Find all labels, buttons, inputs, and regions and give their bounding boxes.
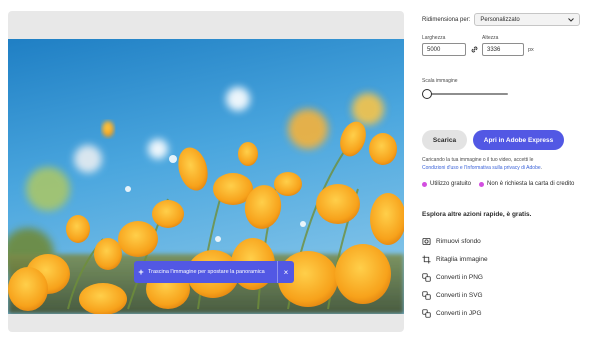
link-aspect-icon[interactable]	[470, 45, 479, 54]
pan-hint-text: Trascina l'immagine per spostare la pano…	[148, 269, 265, 275]
scale-label: Scala immagine	[422, 78, 458, 84]
height-field[interactable]: 3336	[482, 43, 524, 56]
close-toast-button[interactable]: ×	[278, 268, 294, 277]
scale-slider[interactable]	[422, 89, 508, 99]
resize-for-row: Ridimensiona per: Personalizzato	[422, 13, 581, 26]
open-adobe-express-button[interactable]: Apri in Adobe Express	[473, 130, 564, 150]
convert-icon	[422, 272, 431, 282]
badge-no-card-text: Non è richiesta la carta di credito	[487, 181, 575, 187]
quick-action-crop[interactable]: Ritaglia immagine	[422, 250, 488, 268]
unit-label: px	[528, 47, 534, 53]
remove-background-icon	[422, 237, 431, 245]
resize-for-label: Ridimensiona per:	[422, 16, 471, 23]
quick-action-label: Converti in JPG	[436, 309, 482, 317]
terms-suffix: .	[540, 165, 543, 171]
move-icon: +	[138, 267, 144, 277]
terms-text: Caricando la tua immagine o il tuo video…	[422, 156, 608, 172]
quick-action-label: Converti in SVG	[436, 291, 483, 299]
resize-image-page: + Trascina l'immagine per spostare la pa…	[0, 0, 610, 355]
quick-action-convert-png[interactable]: Converti in PNG	[422, 268, 488, 286]
scale-slider-track	[426, 93, 508, 95]
badge-free: Utilizzo gratuito	[422, 181, 471, 187]
feature-badges: Utilizzo gratuito Non è richiesta la car…	[422, 181, 582, 187]
badge-dot-icon	[479, 181, 485, 187]
width-field[interactable]: 5000	[422, 43, 466, 56]
resize-for-select[interactable]: Personalizzato	[474, 13, 581, 26]
quick-actions-list: Rimuovi sfondo Ritaglia immagine Convert…	[422, 232, 488, 322]
badge-no-card: Non è richiesta la carta di credito	[479, 181, 574, 187]
pan-hint-toast: + Trascina l'immagine per spostare la pa…	[134, 261, 294, 283]
image-canvas[interactable]: + Trascina l'immagine per spostare la pa…	[8, 11, 404, 332]
height-label: Altezza	[482, 35, 499, 41]
quick-action-remove-background[interactable]: Rimuovi sfondo	[422, 232, 488, 250]
terms-prefix: Caricando la tua immagine o il tuo video…	[422, 157, 534, 163]
quick-action-label: Rimuovi sfondo	[436, 237, 481, 245]
convert-icon	[422, 308, 431, 318]
quick-actions-title: Esplora altre azioni rapide, è gratis.	[422, 211, 532, 218]
badge-free-text: Utilizzo gratuito	[430, 181, 472, 187]
badge-dot-icon	[422, 181, 427, 187]
convert-icon	[422, 290, 431, 300]
crop-icon	[422, 254, 431, 264]
terms-link[interactable]: Condizioni d'uso e l'Informativa sulla p…	[422, 165, 541, 171]
settings-panel: Ridimensiona per: Personalizzato Larghez…	[420, 0, 610, 355]
download-button[interactable]: Scarica	[422, 130, 467, 150]
resize-for-value: Personalizzato	[480, 16, 520, 23]
quick-action-label: Converti in PNG	[436, 273, 483, 281]
quick-action-convert-svg[interactable]: Converti in SVG	[422, 286, 488, 304]
chevron-down-icon	[568, 17, 575, 22]
scale-slider-thumb[interactable]	[422, 89, 432, 99]
quick-action-convert-jpg[interactable]: Converti in JPG	[422, 304, 488, 322]
quick-action-label: Ritaglia immagine	[436, 255, 488, 263]
width-label: Larghezza	[422, 35, 446, 41]
